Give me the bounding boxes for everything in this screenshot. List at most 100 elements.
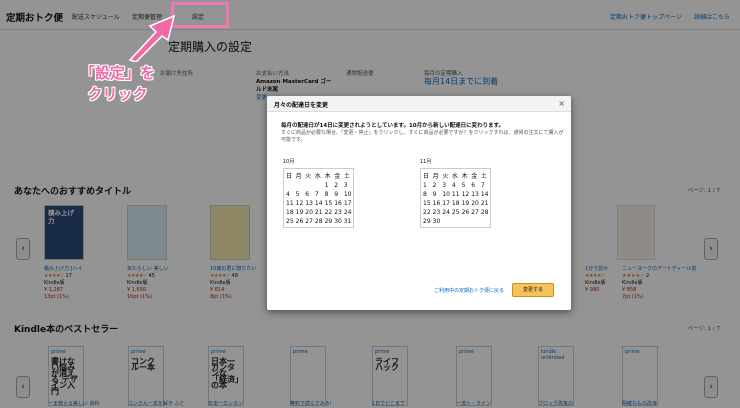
calendar-week-row: 1234567 — [423, 182, 488, 189]
calendar-month-nov: 11月 — [420, 159, 432, 165]
annotation-line: 「設定」を — [80, 64, 156, 82]
calendar-empty-cell — [481, 218, 489, 225]
annotation-arrow — [128, 14, 176, 62]
calendar-day-cell[interactable]: 18 — [286, 209, 294, 216]
calendar-week-row: 29 30 — [423, 218, 488, 225]
calendar-day-cell[interactable]: 20 — [305, 209, 313, 216]
calendar-week-row: 15 16 17 18 19 20 21 — [423, 200, 488, 207]
close-icon[interactable]: × — [558, 99, 565, 108]
calendar-day-cell[interactable]: 17 — [344, 200, 352, 207]
calendar-day-cell[interactable]: 25 — [286, 218, 294, 225]
modal-header: 月々の配達日を変更 × — [267, 96, 571, 112]
back-to-subscription-link[interactable]: ご利用中の定期おトク便に戻る — [434, 287, 504, 294]
calendar-day-cell: 7 — [314, 191, 319, 198]
calendar-month-oct: 10月 — [283, 159, 295, 165]
change-button[interactable]: 変更する — [512, 283, 554, 297]
modal-message: 毎月の配達日が14日に変更されようとしています。10月から新しい配達日に変わりま… — [281, 123, 565, 144]
calendar-day-cell[interactable]: 9 — [433, 191, 441, 198]
calendar-day-cell[interactable]: 17 — [442, 200, 450, 207]
weekday-label: 水 — [451, 173, 458, 180]
calendar-day-cell[interactable]: 6 — [471, 182, 479, 189]
calendar-day-cell[interactable]: 29 — [423, 218, 431, 225]
calendar-day-cell[interactable]: 28 — [481, 209, 489, 216]
calendar-day-cell[interactable]: 16 — [334, 200, 342, 207]
calendar-day-cell[interactable]: 12 — [462, 191, 470, 198]
calendar-day-cell[interactable]: 8 — [423, 191, 431, 198]
calendar-day-cell[interactable]: 11 — [452, 191, 460, 198]
calendar-day-cell: 12 — [295, 200, 304, 207]
calendar-day-cell[interactable]: 27 — [305, 218, 313, 225]
calendar-day-cell[interactable]: 29 — [325, 218, 333, 225]
calendar-day-cell: 8 — [324, 191, 329, 198]
calendar-day-cell[interactable]: 27 — [471, 209, 479, 216]
calendar-day-cell[interactable]: 4 — [452, 182, 460, 189]
annotation-text: 「設定」を クリック — [80, 63, 155, 105]
calendar-weekday-row: 日月火水木金土 — [286, 171, 351, 180]
calendar-day-cell: 11 — [286, 200, 294, 207]
calendar-day-cell[interactable]: 24 — [442, 209, 450, 216]
calendar-day-cell[interactable]: 26 — [462, 209, 470, 216]
calendar-day-cell[interactable]: 31 — [344, 218, 352, 225]
weekday-label: 日 — [423, 173, 430, 180]
weekday-label: 火 — [442, 173, 449, 180]
calendar-week-row: 18 19 20 21 22 23 24 — [286, 209, 351, 216]
calendar-day-cell: 6 — [305, 191, 310, 198]
calendar-week-row: 22 23 24 25 26 27 28 — [423, 209, 488, 216]
calendar-empty-cell — [315, 182, 323, 189]
calendar-day-cell[interactable]: 23 — [433, 209, 441, 216]
calendar-day-cell[interactable]: 21 — [315, 209, 323, 216]
calendar-day-cell[interactable]: 14 — [481, 191, 489, 198]
calendar-week-row: 8 9 10 11 12 13 14 — [423, 191, 488, 198]
calendar-day-cell[interactable]: 10 — [442, 191, 450, 198]
calendar-day-cell[interactable]: 18 — [452, 200, 460, 207]
calendar-day-cell[interactable]: 30 — [433, 218, 441, 225]
calendar-day-cell: 3 — [343, 182, 348, 189]
calendar-empty-cell — [296, 182, 304, 189]
calendar-day-cell[interactable]: 15 — [423, 200, 431, 207]
calendar-day-cell[interactable]: 15 — [325, 200, 333, 207]
calendar-day-cell[interactable]: 20 — [471, 200, 479, 207]
weekday-label: 月 — [432, 173, 439, 180]
calendar-november: 日月火水木金土 1 2 3 4 5 6 7 8 9 10 11 12 13 14 15 16 17 18 19 20 21… — [420, 168, 492, 228]
calendar-day-cell: 1 — [324, 182, 329, 189]
calendar-day-cell[interactable]: 22 — [423, 209, 431, 216]
calendar-day-cell[interactable]: 24 — [344, 209, 352, 216]
calendar-day-cell[interactable]: 5 — [462, 182, 470, 189]
calendar-day-cell[interactable]: 19 — [462, 200, 470, 207]
calendar-day-cell[interactable]: 16 — [433, 200, 441, 207]
weekday-label: 土 — [480, 173, 487, 180]
calendar-week-row: 25 26 27 28 29 30 31 — [286, 218, 351, 225]
calendar-day-cell[interactable]: 9 — [334, 191, 342, 198]
modal-title: 月々の配達日を変更 — [274, 102, 329, 109]
calendar-day-cell[interactable]: 30 — [334, 218, 342, 225]
weekday-label: 水 — [314, 173, 321, 180]
calendar-day-cell: 5 — [295, 191, 300, 198]
calendar-empty-cell — [462, 218, 470, 225]
calendar-day-cell[interactable]: 19 — [296, 209, 304, 216]
change-date-modal: 月々の配達日を変更 × 毎月の配達日が14日に変更されようとしています。10月か… — [267, 96, 571, 310]
calendar-day-cell[interactable]: 2 — [433, 182, 441, 189]
calendar-day-cell[interactable]: 23 — [334, 209, 342, 216]
calendar-day-cell: 4 — [286, 191, 290, 198]
weekday-label: 火 — [305, 173, 312, 180]
calendar-empty-cell — [442, 218, 450, 225]
weekday-label: 金 — [471, 173, 478, 180]
calendar-day-cell: 10 — [343, 191, 352, 198]
calendar-day-cell[interactable]: 28 — [315, 218, 323, 225]
calendar-day-cell[interactable]: 14 — [315, 200, 323, 207]
calendar-day-cell[interactable]: 25 — [452, 209, 460, 216]
calendar-week-row: 123 — [286, 182, 351, 189]
weekday-label: 木 — [324, 173, 331, 180]
calendar-day-cell[interactable]: 21 — [481, 200, 489, 207]
calendar-day-cell[interactable]: 22 — [325, 209, 333, 216]
calendar-day-cell[interactable]: 7 — [481, 182, 489, 189]
calendar-weekday-row: 日月火水木金土 — [423, 171, 488, 180]
calendar-day-cell[interactable]: 13 — [471, 191, 479, 198]
annotation-line: クリック — [87, 85, 148, 103]
calendar-day-cell[interactable]: 1 — [423, 182, 431, 189]
calendar-day-cell[interactable]: 3 — [442, 182, 450, 189]
weekday-label: 月 — [295, 173, 302, 180]
calendar-day-cell: 13 — [305, 200, 313, 207]
weekday-label: 金 — [334, 173, 341, 180]
calendar-day-cell[interactable]: 26 — [296, 218, 304, 225]
